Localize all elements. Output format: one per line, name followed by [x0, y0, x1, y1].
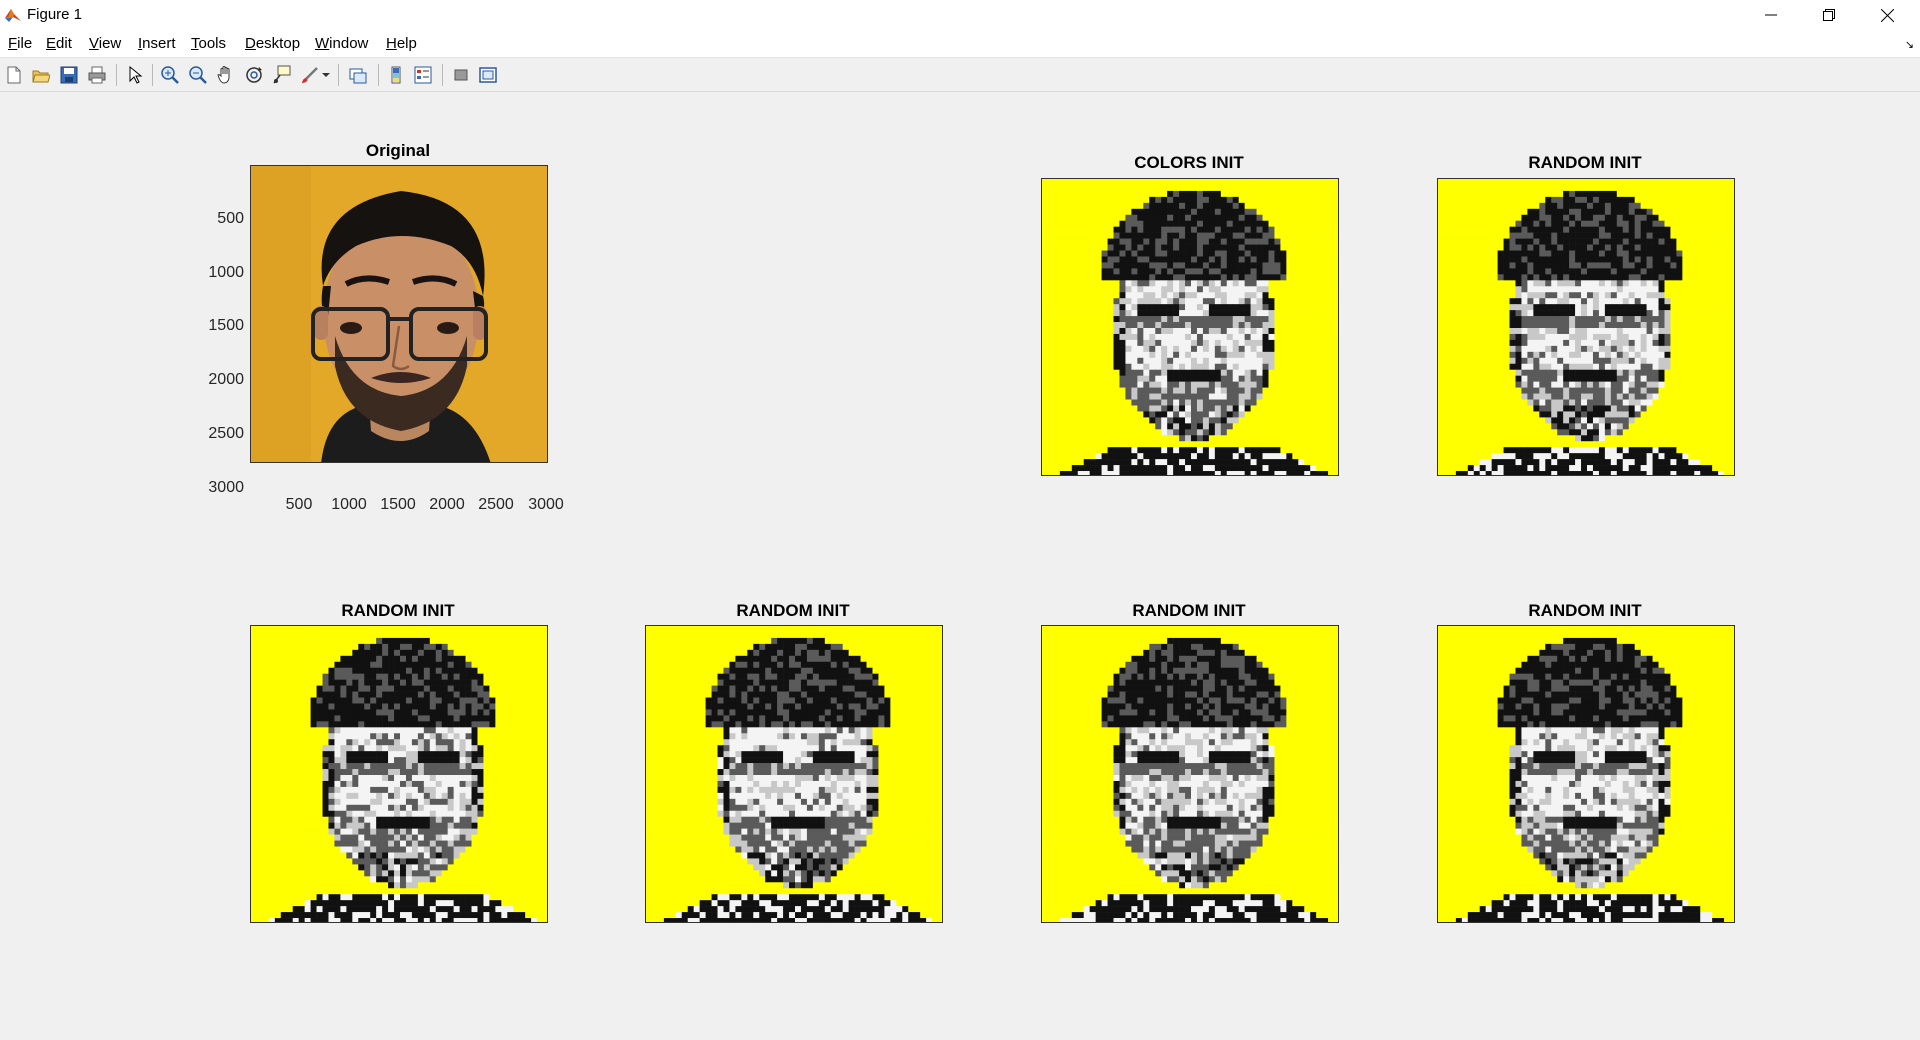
y-tick-label: 1500	[208, 317, 244, 334]
toolbar-separator	[116, 64, 117, 86]
toolbar-separator	[378, 64, 379, 86]
axes-title-colors-init: COLORS INIT	[1134, 153, 1244, 172]
quantized-image	[1042, 626, 1338, 922]
menu-edit[interactable]: Edit	[46, 35, 72, 52]
insert-colorbar-icon[interactable]	[384, 63, 408, 87]
figure-toolbar	[0, 58, 1920, 92]
zoom-in-icon[interactable]	[158, 63, 182, 87]
y-tick-label: 500	[217, 210, 244, 227]
data-cursor-icon[interactable]	[270, 63, 294, 87]
matlab-icon	[4, 6, 22, 24]
menu-desktop[interactable]: Desktop	[245, 35, 300, 52]
restore-button[interactable]	[1800, 0, 1858, 30]
axes-random-init-4[interactable]	[1041, 625, 1339, 923]
restore-icon	[1823, 9, 1835, 21]
zoom-out-icon[interactable]	[186, 63, 210, 87]
quantized-image	[646, 626, 942, 922]
quantized-image	[1438, 626, 1734, 922]
toolbar-separator	[442, 64, 443, 86]
menu-insert[interactable]: Insert	[138, 35, 176, 52]
axes-title-random-init-5: RANDOM INIT	[1528, 601, 1642, 620]
minimize-button[interactable]	[1742, 0, 1800, 30]
y-tick-label: 1000	[208, 264, 244, 281]
close-icon	[1880, 8, 1894, 22]
brush-dropdown-icon[interactable]	[320, 63, 332, 87]
link-plot-icon[interactable]	[346, 63, 370, 87]
minimize-icon	[1765, 9, 1777, 21]
close-button[interactable]	[1858, 0, 1916, 30]
menu-window[interactable]: Window	[315, 35, 368, 52]
axes-title-random-init-3: RANDOM INIT	[736, 601, 850, 620]
axes-random-init-5[interactable]	[1437, 625, 1735, 923]
toolbar-separator	[338, 64, 339, 86]
new-figure-icon[interactable]	[2, 63, 26, 87]
y-tick-label: 3000	[208, 479, 244, 496]
save-icon[interactable]	[57, 63, 81, 87]
title-bar: Figure 1	[0, 0, 1920, 30]
y-tick-label: 2500	[208, 425, 244, 442]
menu-view[interactable]: View	[89, 35, 121, 52]
quantized-image	[1042, 179, 1338, 475]
axes-title-random-init-4: RANDOM INIT	[1132, 601, 1246, 620]
menu-help[interactable]: Help	[386, 35, 417, 52]
axes-title-original: Original	[365, 141, 431, 160]
x-tick-label: 3000	[528, 496, 564, 513]
rotate-3d-icon[interactable]	[242, 63, 266, 87]
toolbar-separator	[152, 64, 153, 86]
axes-title-random-init-1: RANDOM INIT	[1528, 153, 1642, 172]
y-tick-label: 2000	[208, 371, 244, 388]
show-plot-tools-icon[interactable]	[476, 63, 500, 87]
menu-file[interactable]: File	[8, 35, 32, 52]
menu-bar: File Edit View Insert Tools Desktop Wind…	[0, 30, 1920, 58]
insert-legend-icon[interactable]	[411, 63, 435, 87]
print-icon[interactable]	[85, 63, 109, 87]
axes-title-random-init-2: RANDOM INIT	[341, 601, 455, 620]
brush-icon[interactable]	[298, 63, 322, 87]
dock-arrow-icon[interactable]: ↘	[1905, 38, 1914, 51]
axes-colors-init[interactable]	[1041, 178, 1339, 476]
axes-random-init-1[interactable]	[1437, 178, 1735, 476]
original-photo	[251, 166, 547, 462]
axes-random-init-2[interactable]	[250, 625, 548, 923]
figure-canvas: Original 500 1000 1500 2000 2500 3000 50…	[0, 92, 1920, 1040]
hide-plot-tools-icon[interactable]	[449, 63, 473, 87]
axes-original[interactable]	[250, 165, 548, 463]
edit-plot-icon[interactable]	[123, 63, 147, 87]
quantized-image	[1438, 179, 1734, 475]
window-title: Figure 1	[27, 6, 83, 23]
axes-random-init-3[interactable]	[645, 625, 943, 923]
open-file-icon[interactable]	[29, 63, 53, 87]
pan-icon[interactable]	[214, 63, 238, 87]
menu-tools[interactable]: Tools	[191, 35, 226, 52]
quantized-image	[251, 626, 547, 922]
